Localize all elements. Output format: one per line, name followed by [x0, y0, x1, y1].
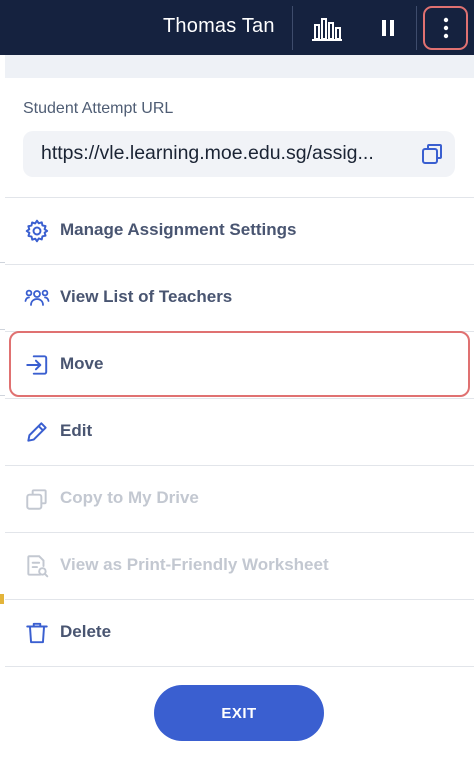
- menu-item-manage-assignment-settings[interactable]: Manage Assignment Settings: [5, 197, 474, 264]
- trash-icon: [26, 622, 48, 644]
- copy-icon[interactable]: [420, 142, 444, 166]
- background-accent: [0, 594, 4, 604]
- panel-top-strip: [5, 55, 474, 78]
- document-search-icon: [27, 555, 49, 578]
- menu-item-label: Copy to My Drive: [60, 488, 199, 507]
- statistics-button[interactable]: [305, 6, 349, 50]
- pause-button[interactable]: [370, 6, 406, 50]
- pause-icon: [382, 20, 394, 36]
- menu-item-label: Manage Assignment Settings: [60, 220, 297, 239]
- menu-item-edit[interactable]: Edit: [5, 398, 474, 465]
- more-options-button[interactable]: [423, 6, 468, 50]
- menu-item-label: Edit: [60, 421, 93, 440]
- bar-chart-icon: [312, 18, 342, 41]
- gear-icon: [25, 219, 49, 243]
- top-bar: Thomas Tan: [0, 0, 474, 55]
- menu-item-label: View as Print-Friendly Worksheet: [60, 555, 329, 574]
- menu-item-label: View List of Teachers: [60, 287, 233, 306]
- more-vertical-icon: [443, 17, 448, 39]
- user-name: Thomas Tan: [163, 15, 275, 37]
- pencil-icon: [27, 422, 47, 442]
- menu-item-label: Delete: [60, 622, 112, 641]
- url-value: https://vle.learning.moe.edu.sg/assig...: [41, 142, 374, 164]
- url-label: Student Attempt URL: [23, 100, 174, 117]
- url-field[interactable]: https://vle.learning.moe.edu.sg/assig...: [23, 131, 455, 177]
- move-highlight: [9, 331, 470, 397]
- users-icon: [24, 289, 50, 306]
- menu-item-delete[interactable]: Delete: [5, 599, 474, 666]
- menu-item-view-as-print-friendly-worksheet: View as Print-Friendly Worksheet: [5, 532, 474, 599]
- menu-item-copy-to-my-drive: Copy to My Drive: [5, 465, 474, 532]
- exit-button[interactable]: EXIT: [154, 685, 324, 741]
- menu-item-view-list-of-teachers[interactable]: View List of Teachers: [5, 264, 474, 331]
- copy-icon: [26, 489, 47, 510]
- toolbar-divider: [416, 6, 417, 50]
- toolbar-divider: [292, 6, 293, 50]
